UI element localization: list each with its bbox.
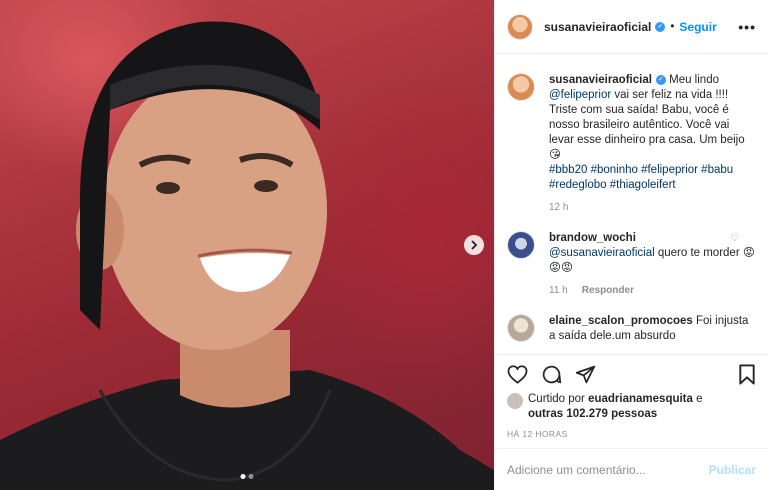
liker-username[interactable]: euadrianamesquita — [588, 393, 693, 405]
more-options-button[interactable]: ••• — [738, 19, 756, 35]
commenter-avatar[interactable] — [507, 231, 535, 259]
verified-badge-icon: ✓ — [655, 74, 666, 85]
next-image-button[interactable] — [464, 235, 484, 255]
caption-meta: 12 h — [549, 202, 755, 213]
comment-text: brandow_wochi @susanavieiraoficial quero … — [549, 231, 755, 276]
publish-button[interactable]: Publicar — [709, 463, 756, 477]
author-avatar[interactable] — [507, 13, 533, 40]
comment-username[interactable]: elaine_scalon_promocoes — [549, 315, 693, 327]
share-icon[interactable] — [575, 364, 596, 385]
mention-link[interactable]: @felipeprior — [549, 89, 611, 101]
comment-username[interactable]: brandow_wochi — [549, 232, 636, 244]
mention-link[interactable]: @susanavieiraoficial — [549, 247, 655, 259]
comments-list[interactable]: susanavieiraoficial ✓ Meu lindo @felipepr… — [495, 55, 768, 353]
caption-body: Meu lindo — [665, 74, 719, 86]
post-timestamp[interactable]: HÁ 12 HORAS — [507, 429, 568, 439]
likes-prefix: Curtido por — [528, 393, 589, 405]
caption: susanavieiraoficial ✓ Meu lindo @felipepr… — [507, 73, 756, 213]
comment-item: brandow_wochi @susanavieiraoficial quero … — [507, 231, 756, 296]
likes-summary: Curtido por euadrianamesquita e outras 1… — [507, 392, 756, 422]
post-sidebar: susanavieiraoficial ✓ • Seguir ••• susan… — [494, 0, 768, 490]
comment-item: elaine_scalon_promocoes Foi injusta a sa… — [507, 314, 756, 344]
comment-input[interactable] — [507, 462, 709, 477]
author-avatar[interactable] — [507, 73, 535, 101]
hashtags[interactable]: #bbb20 #boninho #felipeprior #babu #rede… — [549, 164, 733, 191]
commenter-avatar[interactable] — [507, 314, 535, 342]
likes-middle: e — [692, 393, 703, 405]
comment-icon[interactable] — [541, 364, 562, 385]
comment-text: elaine_scalon_promocoes Foi injusta a sa… — [549, 314, 755, 344]
verified-badge-icon: ✓ — [655, 21, 666, 32]
post-header: susanavieiraoficial ✓ • Seguir ••• — [495, 0, 768, 54]
instagram-post: susanavieiraoficial ✓ • Seguir ••• susan… — [0, 0, 768, 490]
like-comment-heart-icon[interactable]: ♡ — [730, 233, 739, 244]
liker-avatar[interactable] — [507, 393, 523, 409]
likes-count[interactable]: outras 102.279 pessoas — [528, 408, 657, 420]
carousel-dot — [248, 474, 254, 479]
caption-text: susanavieiraoficial ✓ Meu lindo @felipepr… — [549, 73, 755, 193]
heart-icon[interactable] — [507, 365, 528, 384]
author-username[interactable]: susanavieiraoficial — [544, 20, 651, 34]
like-comment-heart-icon[interactable]: ♡ — [730, 316, 739, 327]
caption-time[interactable]: 12 h — [549, 202, 568, 213]
comment-meta: 11 h Responder — [549, 285, 755, 296]
reply-button[interactable]: Responder — [582, 285, 634, 296]
action-bar — [495, 354, 768, 394]
add-comment-bar: Publicar — [495, 448, 768, 490]
post-image[interactable] — [0, 0, 494, 490]
carousel-dot-active — [240, 474, 246, 479]
caption-username[interactable]: susanavieiraoficial — [549, 74, 652, 86]
chevron-right-icon — [471, 240, 478, 250]
photo-subject — [0, 21, 494, 490]
carousel-indicator — [240, 474, 254, 479]
comment-time[interactable]: 11 h — [549, 285, 568, 296]
bookmark-icon[interactable] — [738, 364, 756, 385]
separator-dot: • — [670, 20, 675, 33]
follow-button[interactable]: Seguir — [679, 20, 716, 34]
